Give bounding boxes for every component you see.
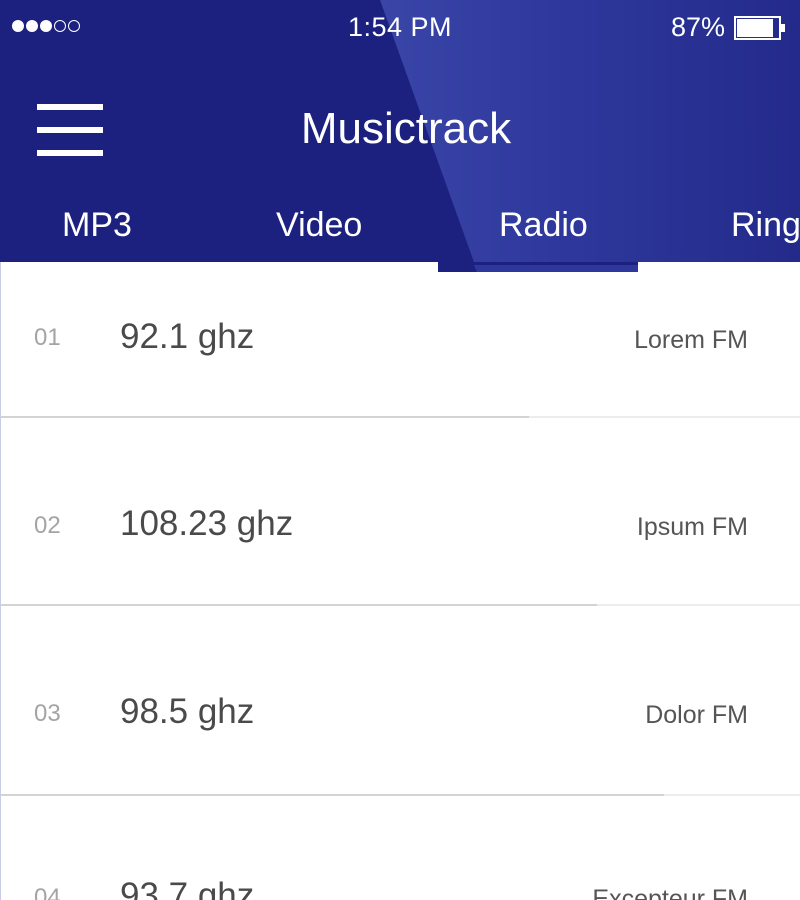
list-item[interactable]: 04 93.7 ghz Excepteur FM [1,796,800,900]
station-name: Dolor FM [645,701,748,729]
category-tabs: MP3 Video Radio Ringtones [0,206,800,262]
battery-percentage: 87% [670,12,725,42]
app-title: Musictrack [300,104,512,153]
tab-ringtones[interactable]: Ringtones [731,206,800,245]
station-number: 02 [34,512,61,539]
station-number: 03 [34,700,61,727]
station-frequency: 93.7 ghz [120,876,255,900]
station-name: Lorem FM [634,326,748,354]
battery-icon [734,16,785,40]
station-frequency: 98.5 ghz [120,692,255,731]
app-bar: Musictrack [0,90,800,170]
tab-mp3[interactable]: MP3 [62,206,132,245]
station-number: 04 [34,884,61,900]
list-item[interactable]: 01 92.1 ghz Lorem FM [1,262,800,416]
tab-video[interactable]: Video [276,206,362,245]
station-list: 01 92.1 ghz Lorem FM 02 108.23 ghz Ipsum… [0,262,800,900]
station-name: Ipsum FM [636,513,748,541]
status-bar: 1:54 PM 87% [0,0,800,56]
list-item[interactable]: 03 98.5 ghz Dolor FM [1,606,800,794]
station-frequency: 108.23 ghz [120,504,294,543]
radio-screen: 1:54 PM 87% Musictrack MP3 Video Radio R… [0,0,800,900]
list-item[interactable]: 02 108.23 ghz Ipsum FM [1,418,800,604]
station-name: Excepteur FM [592,885,748,900]
app-header: 1:54 PM 87% Musictrack MP3 Video Radio R… [0,0,800,262]
station-number: 01 [34,324,61,351]
tab-radio[interactable]: Radio [499,206,588,245]
station-frequency: 92.1 ghz [120,317,255,356]
